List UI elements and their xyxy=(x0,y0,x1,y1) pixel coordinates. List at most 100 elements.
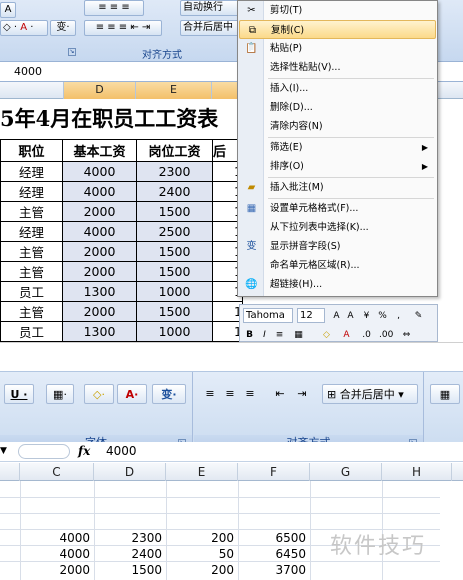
cell[interactable]: 2000 xyxy=(62,241,137,262)
underline-button[interactable]: U · xyxy=(4,384,34,404)
font-launcher-icon[interactable]: ↘ xyxy=(68,48,76,56)
font-size-field[interactable]: 12 xyxy=(297,308,325,323)
cell[interactable]: 主管 xyxy=(0,201,63,222)
cell[interactable]: 员工 xyxy=(0,281,63,302)
align-left-icon[interactable]: ≡ xyxy=(202,384,218,404)
format-painter-icon[interactable]: ✎ xyxy=(412,309,425,322)
number-format-button[interactable]: ▦ xyxy=(430,384,460,404)
border-icon[interactable]: ▦ xyxy=(292,328,305,341)
percent-icon[interactable]: % xyxy=(376,309,389,322)
font-color-icon[interactable]: A xyxy=(340,328,353,341)
column-header-d[interactable]: D xyxy=(64,82,136,99)
cell[interactable]: 2000 xyxy=(62,301,137,322)
header-position[interactable]: 职位 xyxy=(0,139,63,162)
phonetic-button[interactable]: 变· xyxy=(152,384,186,404)
menu-item-hyperlink[interactable]: 🌐 超链接(H)... xyxy=(239,275,436,294)
menu-item-define-name[interactable]: 命名单元格区域(R)... xyxy=(239,256,436,275)
fill-color-button[interactable]: ◇ · A · xyxy=(0,20,48,36)
currency-icon[interactable]: ¥ xyxy=(360,309,373,322)
cell[interactable]: 2400 xyxy=(136,181,213,202)
cell[interactable]: 1000 xyxy=(136,321,213,342)
cell[interactable]: 4000 xyxy=(20,530,90,546)
cell[interactable]: 1000 xyxy=(136,281,213,302)
formula-expand-handle[interactable] xyxy=(18,444,70,459)
merge-icon[interactable]: ⇔ xyxy=(400,328,413,341)
cell[interactable]: 2000 xyxy=(62,201,137,222)
column-header-e[interactable]: E xyxy=(166,463,238,481)
formula-value[interactable]: 4000 xyxy=(106,443,137,460)
menu-item-delete[interactable]: 删除(D)... xyxy=(239,98,436,117)
column-header-d[interactable]: D xyxy=(94,463,166,481)
bold-icon[interactable]: B xyxy=(243,328,256,341)
merge-center-button[interactable]: 合并后居中 xyxy=(180,20,240,36)
cell[interactable]: 1500 xyxy=(136,261,213,282)
cell[interactable]: 200 xyxy=(166,562,234,578)
cell[interactable]: 经理 xyxy=(0,181,63,202)
namebox-dropdown-icon[interactable]: ▼ xyxy=(0,443,16,460)
align-right-icon[interactable]: ≡ xyxy=(242,384,258,404)
fx-icon[interactable]: fx xyxy=(78,443,90,460)
shrink-font-icon[interactable]: A xyxy=(344,309,357,322)
align-center-icon[interactable]: ≡ xyxy=(222,384,238,404)
decrease-indent-icon[interactable]: ⇤ xyxy=(272,384,288,404)
center-align-icon[interactable]: ≡ xyxy=(273,328,286,341)
cell[interactable]: 2000 xyxy=(62,261,137,282)
border-button[interactable]: ▦· xyxy=(46,384,74,404)
menu-item-cut[interactable]: ✂ 剪切(T) xyxy=(239,1,436,20)
cell[interactable]: 50 xyxy=(166,546,234,562)
menu-item-pick-list[interactable]: 从下拉列表中选择(K)... xyxy=(239,218,436,237)
cell[interactable]: 6500 xyxy=(238,530,306,546)
cell[interactable]: 4000 xyxy=(62,221,137,242)
cell[interactable]: 2400 xyxy=(94,546,162,562)
column-header-c[interactable]: C xyxy=(20,463,94,481)
cell[interactable]: 2000 xyxy=(20,562,90,578)
cell[interactable]: 员工 xyxy=(0,321,63,342)
column-header-b[interactable] xyxy=(0,463,20,481)
grow-font-icon[interactable]: A xyxy=(330,309,343,322)
align-top-buttons[interactable]: ≡ ≡ ≡ xyxy=(84,0,144,16)
menu-item-phonetic[interactable]: 变 显示拼音字段(S) xyxy=(239,237,436,256)
cell[interactable]: 2500 xyxy=(136,221,213,242)
cell[interactable]: 1300 xyxy=(62,281,137,302)
increase-indent-icon[interactable]: ⇥ xyxy=(294,384,310,404)
menu-item-insert[interactable]: 插入(I)... xyxy=(239,79,436,98)
cell[interactable]: 主管 xyxy=(0,301,63,322)
menu-item-filter[interactable]: 筛选(E) ▶ xyxy=(239,138,436,157)
cell[interactable]: 经理 xyxy=(0,161,63,182)
align-horizontal-buttons[interactable]: ≡ ≡ ≡ ⇤ ⇥ xyxy=(84,20,162,36)
cell[interactable]: 1 xyxy=(212,301,243,322)
column-header-h[interactable]: H xyxy=(382,463,452,481)
cell[interactable]: 4000 xyxy=(62,181,137,202)
cell[interactable]: 1500 xyxy=(136,301,213,322)
column-header-f[interactable]: F xyxy=(238,463,310,481)
menu-item-paste[interactable]: 📋 粘贴(P) xyxy=(239,39,436,58)
cell[interactable]: 2300 xyxy=(94,530,162,546)
menu-item-insert-comment[interactable]: ▰ 插入批注(M) xyxy=(239,178,436,197)
cell[interactable]: 200 xyxy=(166,530,234,546)
cell[interactable]: 1 xyxy=(212,321,243,342)
fill-color-button[interactable]: ◇· xyxy=(84,384,114,404)
decrease-decimal-icon[interactable]: .0 xyxy=(360,328,373,341)
cell[interactable]: 1500 xyxy=(136,201,213,222)
cell[interactable]: 1300 xyxy=(62,321,137,342)
menu-item-paste-special[interactable]: 选择性粘贴(V)... xyxy=(239,58,436,77)
column-header-g[interactable]: G xyxy=(310,463,382,481)
fill-color-icon[interactable]: ◇ xyxy=(320,328,333,341)
phonetic-button[interactable]: 变· xyxy=(50,20,76,36)
comma-icon[interactable]: , xyxy=(392,309,405,322)
menu-item-clear[interactable]: 清除内容(N) xyxy=(239,117,436,136)
cell[interactable]: 2300 xyxy=(136,161,213,182)
wrap-text-button[interactable]: 自动换行 xyxy=(180,0,240,16)
menu-item-copy[interactable]: ⧉ 复制(C) xyxy=(239,20,436,39)
increase-decimal-icon[interactable]: .00 xyxy=(378,328,393,341)
header-post-salary[interactable]: 岗位工资 xyxy=(136,139,213,162)
cell[interactable]: 1500 xyxy=(94,562,162,578)
column-header-c[interactable] xyxy=(0,82,64,99)
formula-value[interactable]: 4000 xyxy=(14,65,42,78)
cell[interactable]: 主管 xyxy=(0,261,63,282)
cell[interactable]: 4000 xyxy=(62,161,137,182)
column-header-e[interactable]: E xyxy=(136,82,212,99)
cell[interactable]: 6450 xyxy=(238,546,306,562)
italic-icon[interactable]: I xyxy=(258,328,271,341)
merge-center-button[interactable]: ⊞ 合并后居中 ▾ xyxy=(322,384,418,404)
